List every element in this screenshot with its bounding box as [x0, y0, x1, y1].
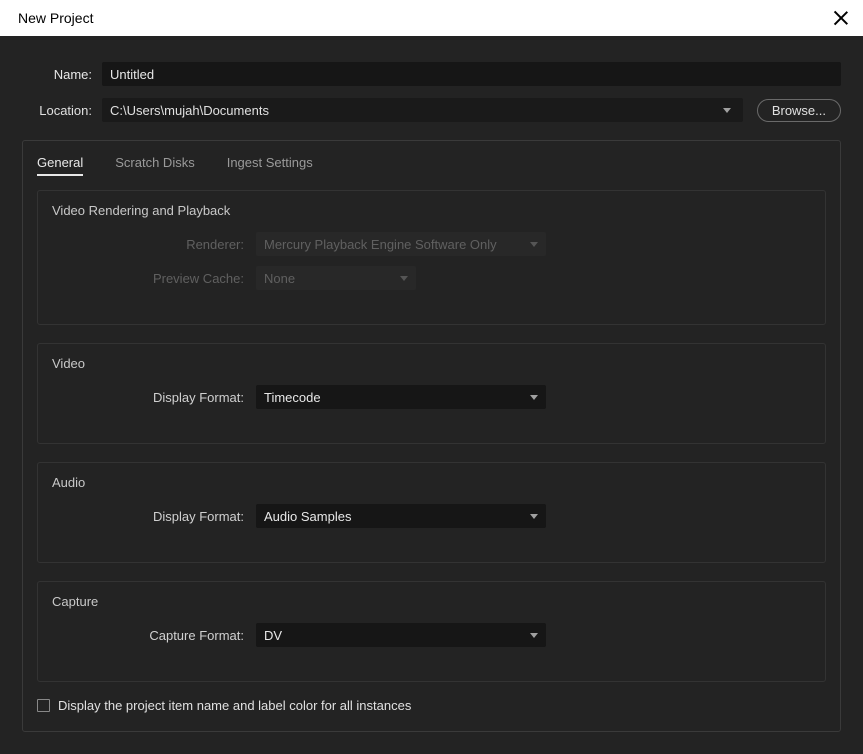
video-format-dropdown[interactable]: Timecode: [256, 385, 546, 409]
browse-button[interactable]: Browse...: [757, 99, 841, 122]
audio-group: Audio Display Format: Audio Samples: [37, 462, 826, 563]
name-row: Name:: [22, 62, 841, 86]
audio-format-value: Audio Samples: [264, 509, 351, 524]
tab-panel: General Scratch Disks Ingest Settings Vi…: [22, 140, 841, 732]
chevron-down-icon: [723, 108, 731, 113]
video-format-value: Timecode: [264, 390, 321, 405]
preview-cache-value: None: [264, 271, 295, 286]
display-names-row: Display the project item name and label …: [37, 698, 826, 713]
name-label: Name:: [22, 67, 102, 82]
dialog-title: New Project: [18, 10, 93, 26]
tab-ingest-settings[interactable]: Ingest Settings: [227, 151, 313, 176]
preview-cache-row: Preview Cache: None: [52, 266, 811, 290]
video-format-row: Display Format: Timecode: [52, 385, 811, 409]
location-value: C:\Users\mujah\Documents: [110, 103, 269, 118]
audio-format-label: Display Format:: [52, 509, 256, 524]
chevron-down-icon: [530, 242, 538, 247]
display-names-label[interactable]: Display the project item name and label …: [58, 698, 411, 713]
location-dropdown[interactable]: C:\Users\mujah\Documents: [102, 98, 743, 122]
audio-title: Audio: [52, 475, 811, 490]
video-group: Video Display Format: Timecode: [37, 343, 826, 444]
name-input[interactable]: [102, 62, 841, 86]
capture-title: Capture: [52, 594, 811, 609]
chevron-down-icon: [530, 633, 538, 638]
location-label: Location:: [22, 103, 102, 118]
preview-cache-dropdown: None: [256, 266, 416, 290]
titlebar: New Project: [0, 0, 863, 36]
video-rendering-group: Video Rendering and Playback Renderer: M…: [37, 190, 826, 325]
renderer-label: Renderer:: [52, 237, 256, 252]
tab-strip: General Scratch Disks Ingest Settings: [37, 151, 826, 176]
chevron-down-icon: [530, 395, 538, 400]
tab-general[interactable]: General: [37, 151, 83, 176]
preview-cache-label: Preview Cache:: [52, 271, 256, 286]
video-title: Video: [52, 356, 811, 371]
renderer-row: Renderer: Mercury Playback Engine Softwa…: [52, 232, 811, 256]
audio-format-dropdown[interactable]: Audio Samples: [256, 504, 546, 528]
renderer-dropdown: Mercury Playback Engine Software Only: [256, 232, 546, 256]
tab-scratch-disks[interactable]: Scratch Disks: [115, 151, 194, 176]
audio-format-row: Display Format: Audio Samples: [52, 504, 811, 528]
capture-group: Capture Capture Format: DV: [37, 581, 826, 682]
chevron-down-icon: [530, 514, 538, 519]
video-rendering-title: Video Rendering and Playback: [52, 203, 811, 218]
capture-format-value: DV: [264, 628, 282, 643]
capture-format-label: Capture Format:: [52, 628, 256, 643]
close-icon[interactable]: [833, 10, 849, 26]
capture-format-row: Capture Format: DV: [52, 623, 811, 647]
capture-format-dropdown[interactable]: DV: [256, 623, 546, 647]
video-format-label: Display Format:: [52, 390, 256, 405]
dialog-body: Name: Location: C:\Users\mujah\Documents…: [0, 36, 863, 754]
display-names-checkbox[interactable]: [37, 699, 50, 712]
renderer-value: Mercury Playback Engine Software Only: [264, 237, 497, 252]
chevron-down-icon: [400, 276, 408, 281]
location-row: Location: C:\Users\mujah\Documents Brows…: [22, 98, 841, 122]
